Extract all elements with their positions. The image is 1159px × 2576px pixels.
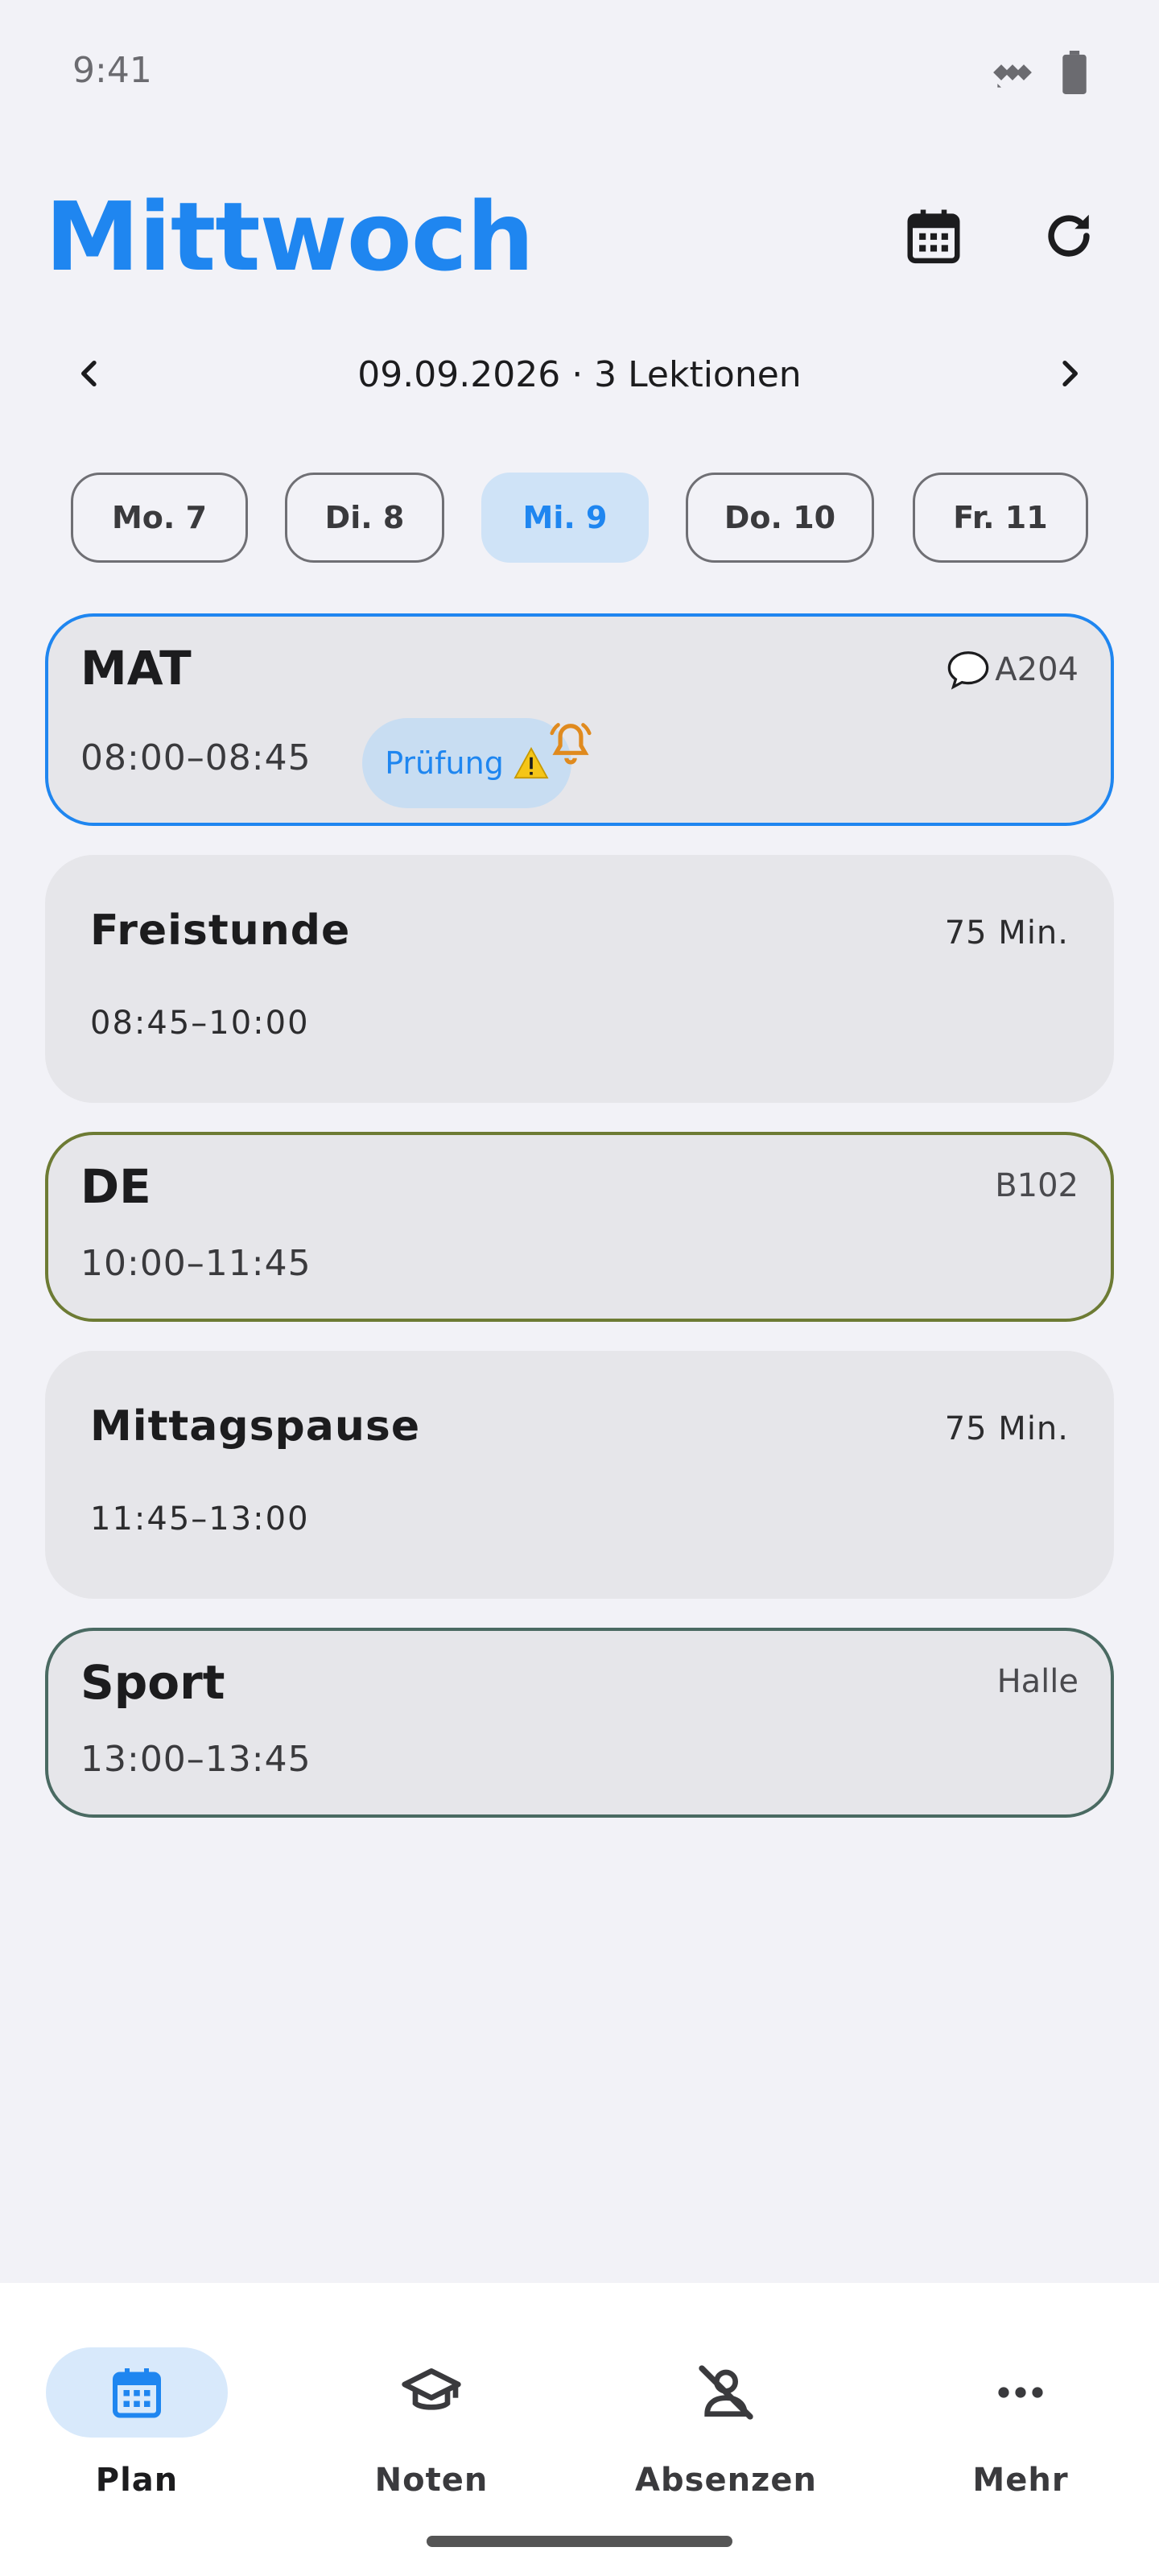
break-card-free: Freistunde 75 Min. 08:45–10:00: [45, 855, 1114, 1103]
battery-icon: [1062, 51, 1087, 94]
page-title: Mittwoch: [45, 181, 534, 292]
bottom-navigation: Plan Noten Absenzen Mehr: [0, 2283, 1159, 2576]
calendar-button[interactable]: [893, 196, 974, 276]
reminder-bell-icon: [546, 720, 596, 773]
exam-badge: Prüfung: [362, 718, 571, 808]
tab-plan-indicator: [46, 2347, 228, 2438]
break-time: 11:45–13:00: [90, 1501, 310, 1538]
lesson-card-mat[interactable]: MAT A204 08:00–08:45 Prüfung: [45, 613, 1114, 826]
lesson-time: 13:00–13:45: [80, 1739, 311, 1780]
day-chip-di[interactable]: Di. 8: [285, 473, 444, 563]
break-card-lunch: Mittagspause 75 Min. 11:45–13:00: [45, 1351, 1114, 1599]
break-title: Mittagspause: [90, 1402, 421, 1451]
tab-grades-label: Noten: [374, 2462, 489, 2499]
lesson-room: A204: [945, 649, 1079, 691]
break-title: Freistunde: [90, 906, 351, 955]
comment-icon: [947, 651, 989, 690]
calendar-icon: [907, 209, 960, 264]
graduation-cap-icon: [402, 2368, 461, 2410]
status-time: 9:41: [72, 50, 152, 91]
lesson-card-de[interactable]: DE B102 10:00–11:45: [45, 1132, 1114, 1322]
break-duration: 75 Min.: [944, 914, 1069, 952]
break-time: 08:45–10:00: [90, 1005, 310, 1042]
lesson-subject: MAT: [80, 641, 192, 696]
tab-plan[interactable]: Plan: [0, 2315, 290, 2499]
lesson-time: 10:00–11:45: [80, 1243, 311, 1284]
lesson-subject: DE: [80, 1159, 151, 1214]
tab-plan-label: Plan: [95, 2462, 179, 2499]
tab-more-label: Mehr: [972, 2462, 1069, 2499]
more-horizontal-icon: [998, 2387, 1043, 2398]
warning-icon: [514, 747, 549, 779]
home-indicator[interactable]: [427, 2536, 732, 2547]
lesson-time: 08:00–08:45: [80, 737, 311, 778]
satellite-icon: [990, 50, 1035, 95]
tab-grades-indicator: [340, 2347, 522, 2438]
break-duration: 75 Min.: [944, 1410, 1069, 1447]
tab-more-indicator: [930, 2347, 1112, 2438]
lesson-room: Halle: [996, 1663, 1079, 1700]
exam-badge-label: Prüfung: [385, 745, 504, 781]
refresh-button[interactable]: [1029, 196, 1109, 276]
refresh-icon: [1048, 214, 1090, 257]
date-label: 09.09.2026 · 3 Lektionen: [357, 354, 802, 395]
lesson-card-sport[interactable]: Sport Halle 13:00–13:45: [45, 1628, 1114, 1818]
lesson-subject: Sport: [80, 1655, 225, 1710]
tab-more[interactable]: Mehr: [884, 2315, 1159, 2499]
calendar-icon: [113, 2368, 161, 2418]
tab-grades[interactable]: Noten: [295, 2315, 584, 2499]
lesson-room: B102: [995, 1167, 1079, 1204]
person-off-icon: [699, 2365, 753, 2420]
chevron-right-icon: [1062, 361, 1078, 386]
day-selector: Mo. 7 Di. 8 Mi. 9 Do. 10 Fr. 11: [0, 473, 1159, 563]
day-chip-fr[interactable]: Fr. 11: [913, 473, 1088, 563]
next-day-button[interactable]: [1043, 348, 1095, 399]
tab-absences-label: Absenzen: [635, 2462, 817, 2499]
room-label: A204: [995, 651, 1079, 688]
tab-absences-indicator: [635, 2347, 817, 2438]
status-icons: [990, 50, 1087, 95]
day-chip-mi[interactable]: Mi. 9: [481, 473, 649, 563]
day-chip-mo[interactable]: Mo. 7: [71, 473, 248, 563]
day-chip-do[interactable]: Do. 10: [686, 473, 874, 563]
tab-absences[interactable]: Absenzen: [589, 2315, 879, 2499]
